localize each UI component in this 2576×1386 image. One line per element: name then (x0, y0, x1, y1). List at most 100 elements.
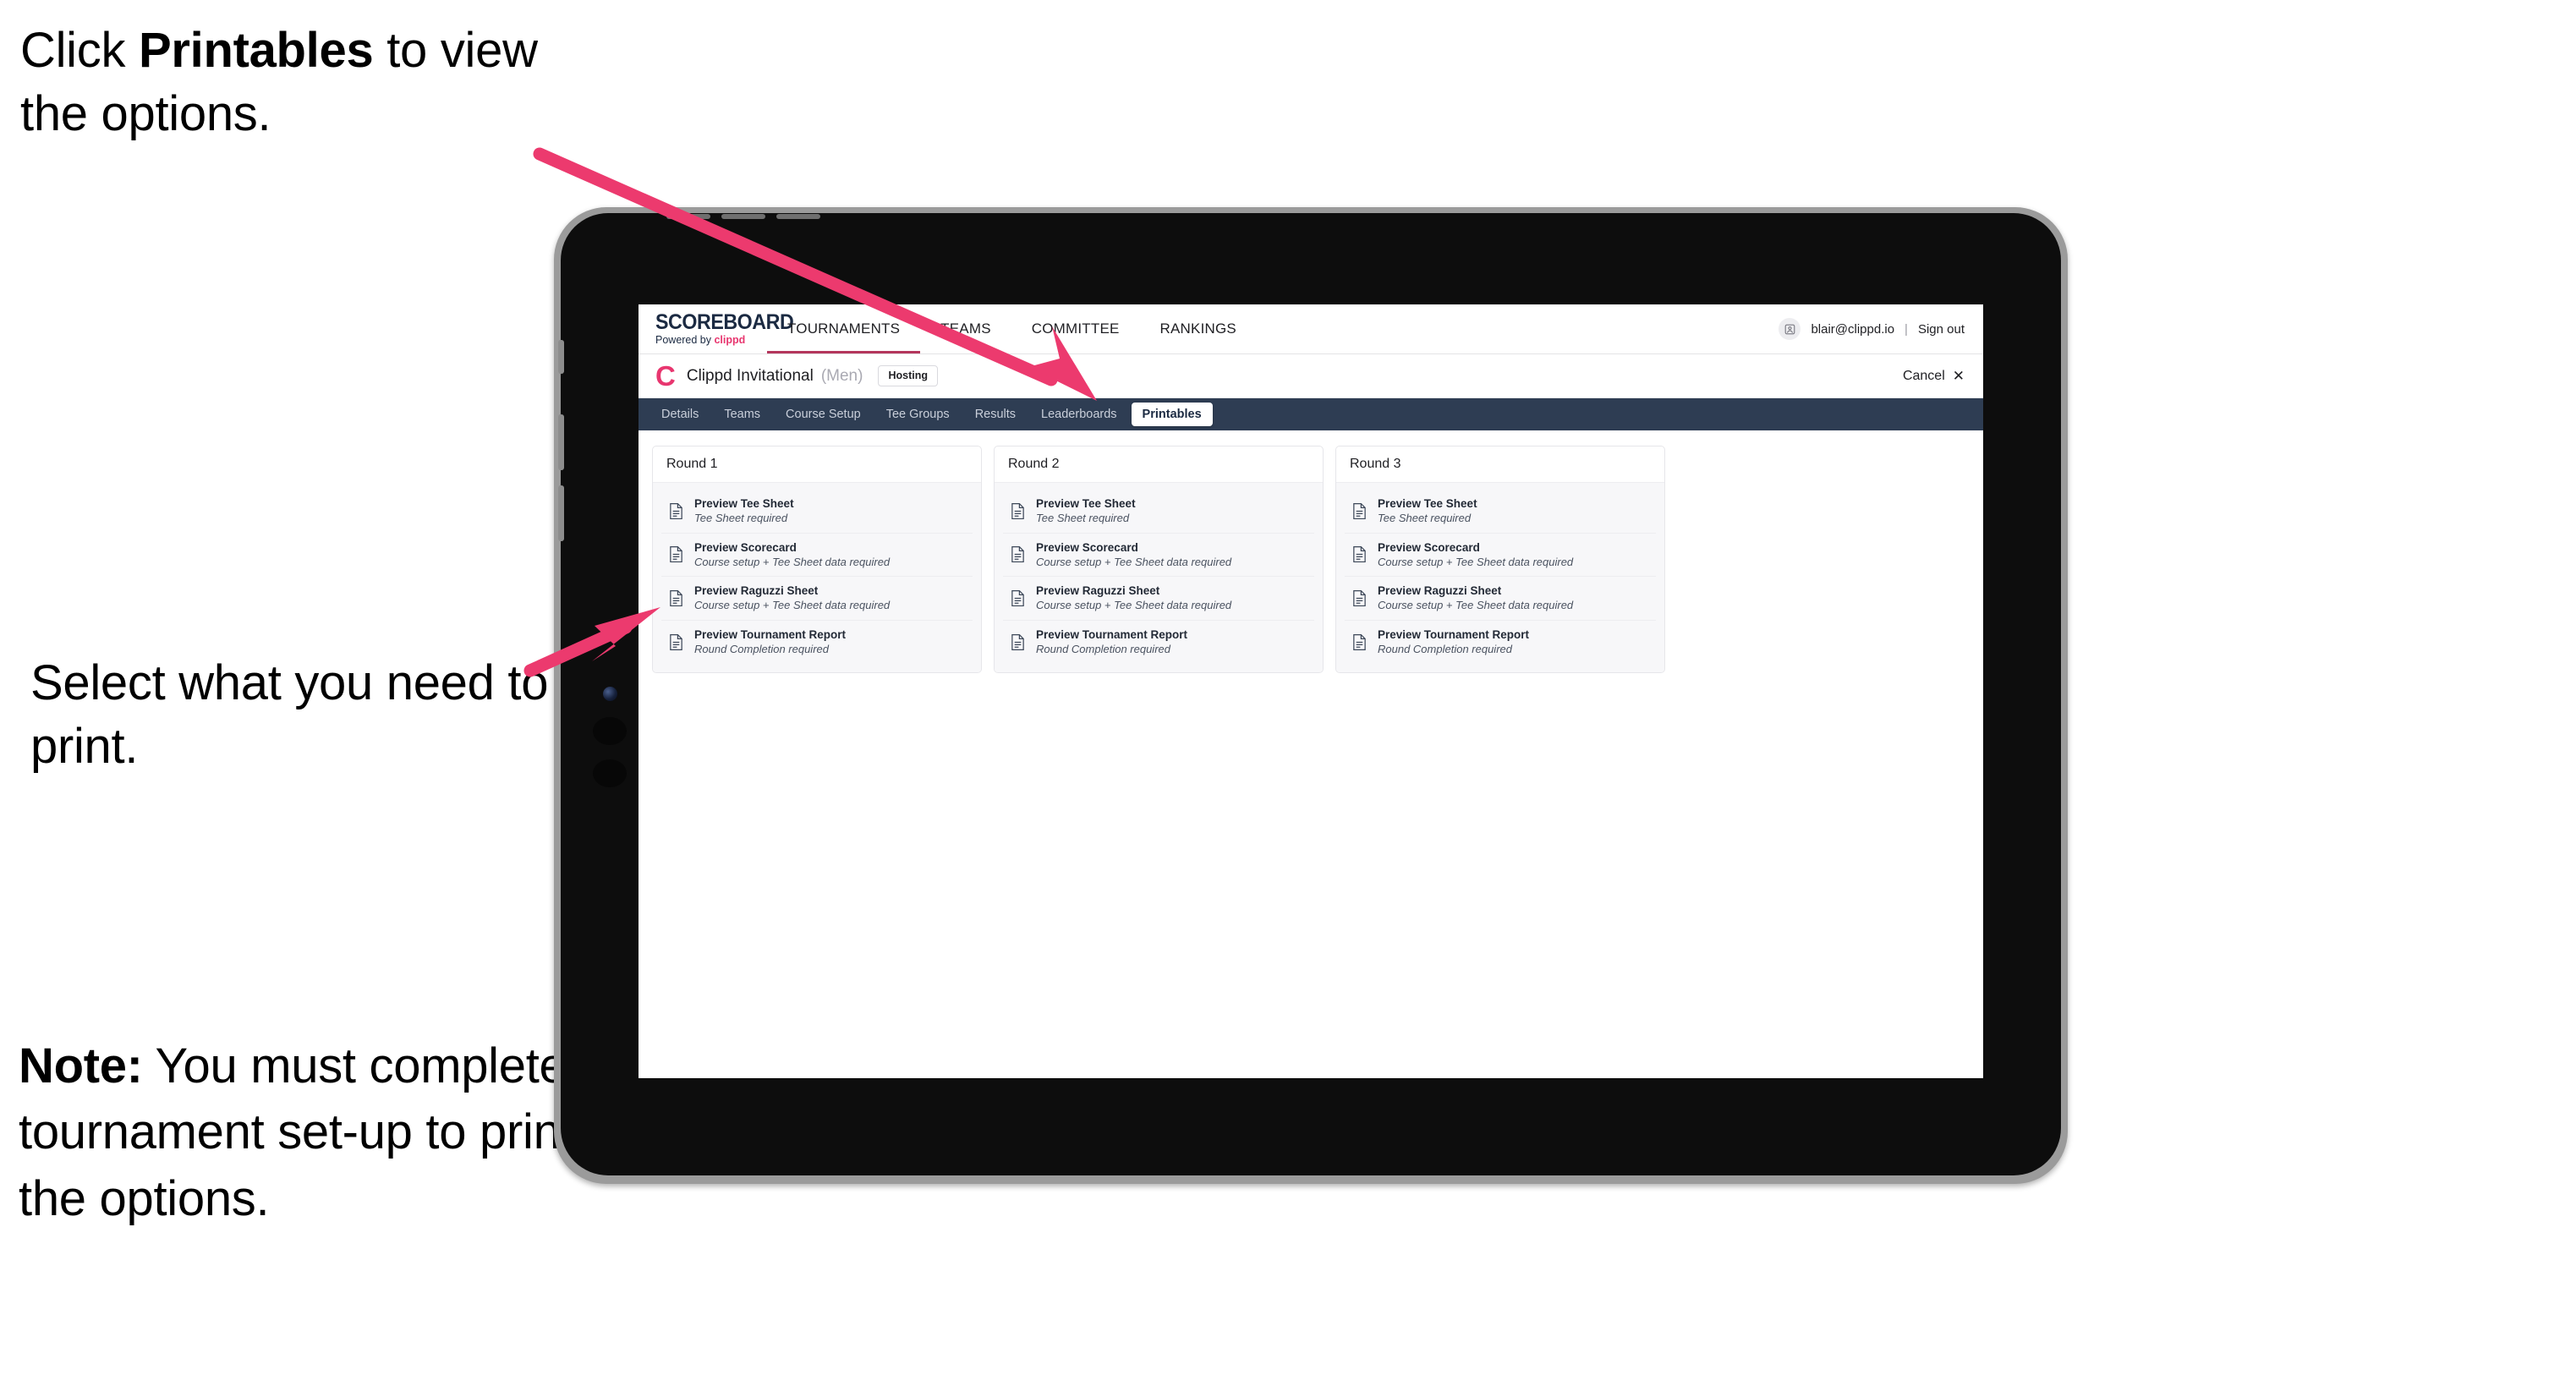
tournament-header-bar: C Clippd Invitational (Men) Hosting Canc… (639, 354, 1983, 398)
document-icon (668, 589, 684, 607)
annotation-note-bold: Note: (19, 1038, 143, 1093)
printable-item-title: Preview Tee Sheet (694, 497, 794, 510)
printable-item[interactable]: Preview Tournament Report Round Completi… (661, 621, 973, 664)
printable-item-subtitle: Course setup + Tee Sheet data required (694, 555, 891, 568)
account-area: blair@clippd.io | Sign out (1779, 304, 1983, 353)
printable-item-title: Preview Tee Sheet (1036, 497, 1136, 510)
document-icon (1010, 502, 1026, 520)
printable-item-title: Preview Tournament Report (1378, 627, 1530, 641)
printable-item-subtitle: Round Completion required (694, 643, 829, 656)
printable-item[interactable]: Preview Raguzzi Sheet Course setup + Tee… (661, 577, 973, 621)
printable-item[interactable]: Preview Scorecard Course setup + Tee She… (1003, 534, 1314, 578)
sign-out-button[interactable]: Sign out (1918, 322, 1965, 337)
printable-item-title: Preview Tee Sheet (1378, 497, 1477, 510)
nav-item-tournaments[interactable]: TOURNAMENTS (767, 304, 921, 353)
front-camera-icon (603, 687, 617, 701)
printable-item-title: Preview Tournament Report (694, 627, 847, 641)
round-item-list: Preview Tee Sheet Tee Sheet required Pre… (653, 483, 981, 672)
document-icon (1010, 545, 1026, 563)
printable-item-title: Preview Raguzzi Sheet (694, 584, 819, 598)
tab-printables[interactable]: Printables (1131, 402, 1213, 427)
printable-item-subtitle: Tee Sheet required (1036, 512, 1130, 525)
printable-item-title: Preview Scorecard (694, 540, 797, 554)
printable-item-title: Preview Raguzzi Sheet (1036, 584, 1160, 598)
brand-title: SCOREBOARD (655, 310, 794, 335)
printable-item-subtitle: Course setup + Tee Sheet data required (1378, 555, 1574, 568)
user-email-label: blair@clippd.io (1811, 321, 1895, 337)
document-icon (1351, 589, 1367, 607)
sensor-dot (593, 717, 627, 745)
printable-item[interactable]: Preview Tee Sheet Tee Sheet required (1345, 490, 1656, 534)
printable-item[interactable]: Preview Raguzzi Sheet Course setup + Tee… (1345, 577, 1656, 621)
cancel-button[interactable]: Cancel ✕ (1903, 369, 1965, 384)
round-card: Round 2 Preview Tee Sheet Tee Sheet requ… (994, 446, 1324, 673)
sensor-dot (593, 759, 627, 787)
printable-item-subtitle: Tee Sheet required (1378, 512, 1472, 525)
nav-item-teams[interactable]: TEAMS (920, 304, 1011, 353)
account-separator: | (1905, 321, 1908, 337)
tournament-tab-strip: Details Teams Course Setup Tee Groups Re… (639, 398, 1983, 430)
printable-item-subtitle: Course setup + Tee Sheet data required (694, 599, 891, 612)
nav-item-rankings[interactable]: RANKINGS (1140, 304, 1257, 353)
tab-leaderboards[interactable]: Leaderboards (1030, 403, 1128, 427)
brand-subtitle: Powered by clippd (655, 335, 767, 346)
annotation-click-bold: Printables (138, 23, 374, 78)
document-icon (1351, 502, 1367, 520)
annotation-select-print: Select what you need to print. (30, 655, 549, 775)
document-icon (1351, 545, 1367, 563)
printable-item[interactable]: Preview Scorecard Course setup + Tee She… (1345, 534, 1656, 578)
user-avatar-icon[interactable] (1779, 318, 1801, 340)
hosting-badge[interactable]: Hosting (878, 365, 938, 386)
tournament-gender: (Men) (820, 366, 863, 385)
top-navigation-bar: SCOREBOARD Powered by clippd TOURNAMENTS… (639, 304, 1983, 354)
document-icon (1010, 589, 1026, 607)
round-title: Round 2 (995, 446, 1323, 483)
cancel-label: Cancel (1902, 368, 1945, 383)
close-icon: ✕ (1952, 368, 1965, 384)
tab-teams[interactable]: Teams (713, 403, 771, 427)
annotation-click-before: Click (20, 23, 139, 78)
document-icon (1351, 633, 1367, 651)
tab-results[interactable]: Results (964, 403, 1027, 427)
speaker-slit (666, 214, 710, 219)
printable-item-subtitle: Tee Sheet required (694, 512, 788, 525)
document-icon (1010, 633, 1026, 651)
round-title: Round 3 (1336, 446, 1664, 483)
tab-course-setup[interactable]: Course Setup (775, 403, 872, 427)
printable-item-subtitle: Round Completion required (1378, 643, 1512, 656)
printable-item[interactable]: Preview Scorecard Course setup + Tee She… (661, 534, 973, 578)
printable-item[interactable]: Preview Raguzzi Sheet Course setup + Tee… (1003, 577, 1314, 621)
document-icon (668, 545, 684, 563)
app-screen: SCOREBOARD Powered by clippd TOURNAMENTS… (639, 304, 1983, 1078)
nav-item-committee[interactable]: COMMITTEE (1011, 304, 1140, 353)
tab-details[interactable]: Details (650, 403, 710, 427)
main-nav: TOURNAMENTS TEAMS COMMITTEE RANKINGS (767, 304, 1257, 353)
printable-item[interactable]: Preview Tournament Report Round Completi… (1003, 621, 1314, 664)
tab-tee-groups[interactable]: Tee Groups (875, 403, 961, 427)
round-card: Round 1 Preview Tee Sheet Tee Sheet requ… (652, 446, 982, 673)
document-icon (668, 633, 684, 651)
printable-item-title: Preview Tournament Report (1036, 627, 1188, 641)
printable-item[interactable]: Preview Tournament Report Round Completi… (1345, 621, 1656, 664)
volume-down-button[interactable] (558, 485, 564, 541)
annotation-click-printables: Click Printables to view the options. (20, 19, 578, 146)
power-button[interactable] (558, 340, 564, 374)
document-icon (668, 502, 684, 520)
round-card: Round 3 Preview Tee Sheet Tee Sheet requ… (1335, 446, 1665, 673)
round-item-list: Preview Tee Sheet Tee Sheet required Pre… (995, 483, 1323, 672)
printable-item[interactable]: Preview Tee Sheet Tee Sheet required (661, 490, 973, 534)
printables-panel: Round 1 Preview Tee Sheet Tee Sheet requ… (639, 430, 1983, 688)
printable-item-title: Preview Scorecard (1036, 540, 1138, 554)
printable-item-title: Preview Raguzzi Sheet (1378, 584, 1502, 598)
printable-item-subtitle: Course setup + Tee Sheet data required (1378, 599, 1574, 612)
brand-powered-prefix: Powered by (655, 334, 715, 347)
round-item-list: Preview Tee Sheet Tee Sheet required Pre… (1336, 483, 1664, 672)
scoreboard-brand-logo[interactable]: SCOREBOARD Powered by clippd (639, 304, 794, 353)
speaker-slit (721, 214, 765, 219)
clippd-logo-icon: C (655, 360, 676, 392)
printable-item[interactable]: Preview Tee Sheet Tee Sheet required (1003, 490, 1314, 534)
printable-item-subtitle: Round Completion required (1036, 643, 1170, 656)
printable-item-subtitle: Course setup + Tee Sheet data required (1036, 599, 1232, 612)
tournament-name: Clippd Invitational (686, 366, 814, 385)
volume-up-button[interactable] (558, 414, 564, 470)
